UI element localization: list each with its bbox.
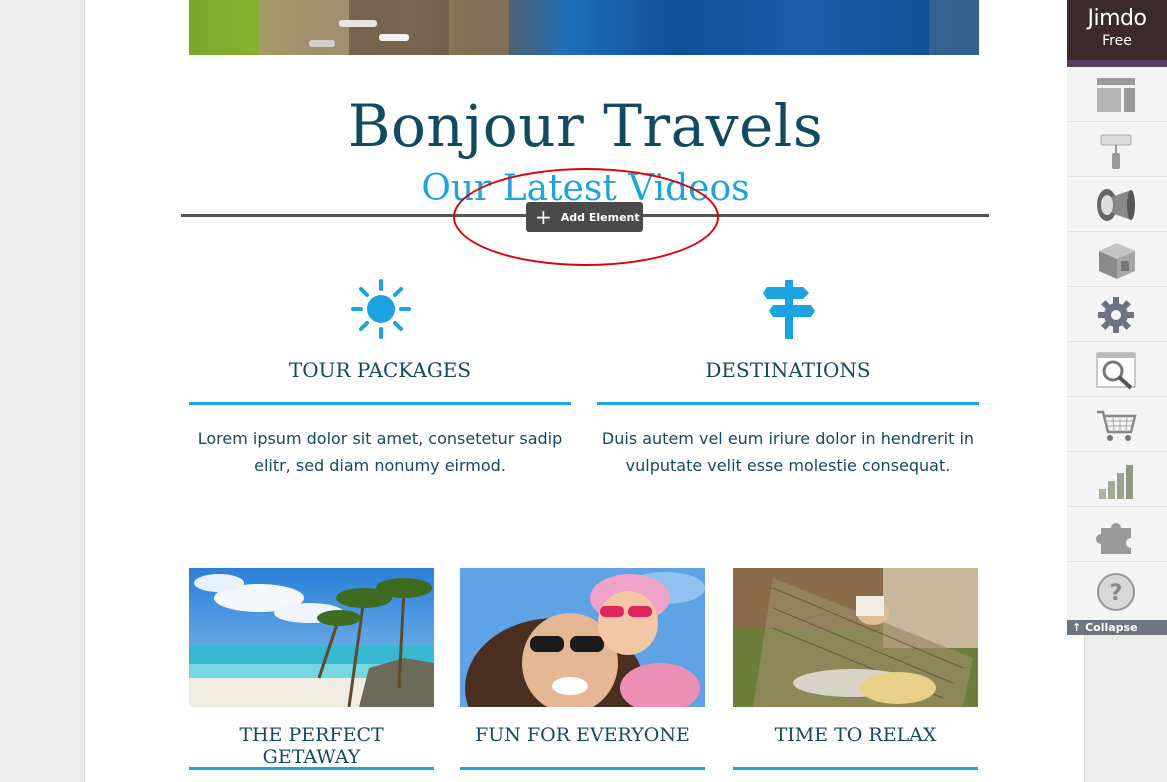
card-title-time-to-relax[interactable]: TIME TO RELAX <box>733 724 978 746</box>
signpost-icon <box>763 280 815 339</box>
layout-tool[interactable] <box>1067 67 1167 122</box>
beach-image[interactable] <box>189 568 434 707</box>
help-icon: ? <box>1097 573 1135 611</box>
seo-search-icon <box>1096 352 1136 390</box>
site-title[interactable]: Bonjour Travels <box>85 92 1084 160</box>
feature-text-tour-packages[interactable]: Lorem ipsum dolor sit amet, consetetur s… <box>189 425 571 479</box>
card-title-fun-for-everyone[interactable]: FUN FOR EVERYONE <box>460 724 705 746</box>
annotation-circle <box>453 168 719 266</box>
feature-underline <box>189 402 571 405</box>
upgrade-tool[interactable] <box>1067 232 1167 287</box>
store-tool[interactable] <box>1067 397 1167 452</box>
hammock-image[interactable] <box>733 568 978 707</box>
paint-roller-icon <box>1100 134 1132 169</box>
tool-list: ? <box>1067 67 1167 620</box>
feature-title-destinations[interactable]: DESTINATIONS <box>597 358 979 382</box>
card-underline <box>189 767 434 770</box>
marketing-tool[interactable] <box>1067 177 1167 232</box>
sun-icon <box>351 279 411 339</box>
gear-icon <box>1098 297 1134 333</box>
seo-tool[interactable] <box>1067 342 1167 397</box>
feature-underline <box>597 402 979 405</box>
feature-text-destinations[interactable]: Duis autem vel eum iriure dolor in hendr… <box>597 425 979 479</box>
style-tool[interactable] <box>1067 122 1167 177</box>
jimdo-logo[interactable]: Jimdo Free <box>1067 0 1167 67</box>
puzzle-icon <box>1095 523 1131 554</box>
collapse-label: Collapse <box>1085 621 1138 634</box>
brand-name: Jimdo <box>1087 6 1147 31</box>
statistics-icon <box>1099 465 1133 499</box>
card-underline <box>733 767 978 770</box>
statistics-tool[interactable] <box>1067 452 1167 507</box>
shopping-cart-icon <box>1097 410 1137 441</box>
plan-label: Free <box>1102 33 1132 49</box>
feature-title-tour-packages[interactable]: TOUR PACKAGES <box>189 358 571 382</box>
box-icon <box>1099 243 1135 279</box>
website-page: Bonjour Travels Our Latest Videos + Add … <box>84 0 1085 782</box>
arrow-up-icon: ↑ <box>1072 621 1082 634</box>
svg-text:?: ? <box>1110 581 1123 606</box>
family-image[interactable] <box>460 568 705 707</box>
hero-image <box>189 0 979 55</box>
megaphone-icon <box>1097 189 1135 221</box>
jimdo-sidebar: Jimdo Free ? ↑ Collapse <box>1067 0 1167 782</box>
card-underline <box>460 767 705 770</box>
layout-icon <box>1097 78 1135 112</box>
card-title-perfect-getaway[interactable]: THE PERFECT GETAWAY <box>189 724 434 768</box>
collapse-button[interactable]: ↑ Collapse <box>1067 620 1167 635</box>
help-tool[interactable]: ? <box>1067 562 1167 617</box>
apps-tool[interactable] <box>1067 507 1167 562</box>
settings-tool[interactable] <box>1067 287 1167 342</box>
